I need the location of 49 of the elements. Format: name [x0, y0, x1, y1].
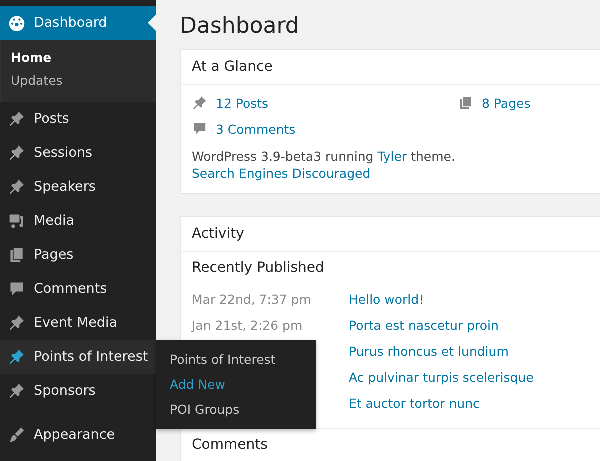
theme-link[interactable]: Tyler: [378, 149, 408, 164]
menu-item[interactable]: Comments: [0, 272, 156, 306]
submenu-item[interactable]: Home: [1, 46, 156, 69]
pin-icon: [8, 382, 26, 400]
menu-item[interactable]: Points of Interest: [0, 340, 156, 374]
flyout-item[interactable]: Add New: [156, 372, 316, 397]
pin-icon: [8, 178, 26, 196]
menu-item[interactable]: Pages: [0, 238, 156, 272]
pages-icon: [458, 95, 474, 111]
section-heading: Comments: [181, 428, 600, 461]
post-link[interactable]: Et auctor tortor nunc: [349, 396, 480, 410]
search-engines-link[interactable]: Search Engines Discouraged: [192, 166, 371, 181]
menu-item[interactable]: Sessions: [0, 136, 156, 170]
submenu-item[interactable]: Updates: [1, 69, 156, 92]
pin-icon: [8, 348, 26, 366]
page-title: Dashboard: [180, 14, 300, 39]
pin-icon: [8, 314, 26, 332]
flyout-item[interactable]: POI Groups: [156, 397, 316, 422]
pages-icon: [8, 246, 26, 264]
post-date: Jan 21st, 2:26 pm: [192, 318, 303, 332]
menu-item[interactable]: Posts: [0, 102, 156, 136]
post-link[interactable]: Hello world!: [349, 292, 424, 306]
version-text: WordPress 3.9-beta3 running Tyler theme.: [192, 149, 456, 164]
brush-icon: [8, 426, 26, 444]
menu-item[interactable]: Speakers: [0, 170, 156, 204]
card-title: At a Glance: [181, 50, 600, 85]
media-icon: [8, 212, 26, 230]
flyout-item[interactable]: Points of Interest: [156, 347, 316, 372]
post-link[interactable]: Ac pulvinar turpis scelerisque: [349, 370, 534, 384]
section-heading: Recently Published: [192, 260, 326, 276]
comment-icon: [8, 280, 26, 298]
post-link[interactable]: Purus rhoncus et lundium: [349, 344, 509, 358]
post-date: Mar 22nd, 7:37 pm: [192, 292, 312, 306]
menu-item[interactable]: Media: [0, 204, 156, 238]
comment-icon: [192, 121, 208, 137]
pin-icon: [8, 110, 26, 128]
menu-item[interactable]: Sponsors: [0, 374, 156, 408]
pin-icon: [192, 95, 208, 111]
pin-icon: [8, 144, 26, 162]
gauge-icon: [8, 14, 26, 32]
post-link[interactable]: Porta est nascetur proin: [349, 318, 499, 332]
menu-item[interactable]: Dashboard: [0, 6, 156, 40]
menu-item[interactable]: Appearance: [0, 418, 156, 452]
pointer-notch: [148, 15, 156, 31]
stat-link[interactable]: 12 Posts: [192, 95, 458, 111]
menu-item[interactable]: Event Media: [0, 306, 156, 340]
stat-link[interactable]: 8 Pages: [458, 95, 589, 111]
card-title: Activity: [181, 217, 600, 252]
stat-link[interactable]: 3 Comments: [192, 121, 458, 137]
